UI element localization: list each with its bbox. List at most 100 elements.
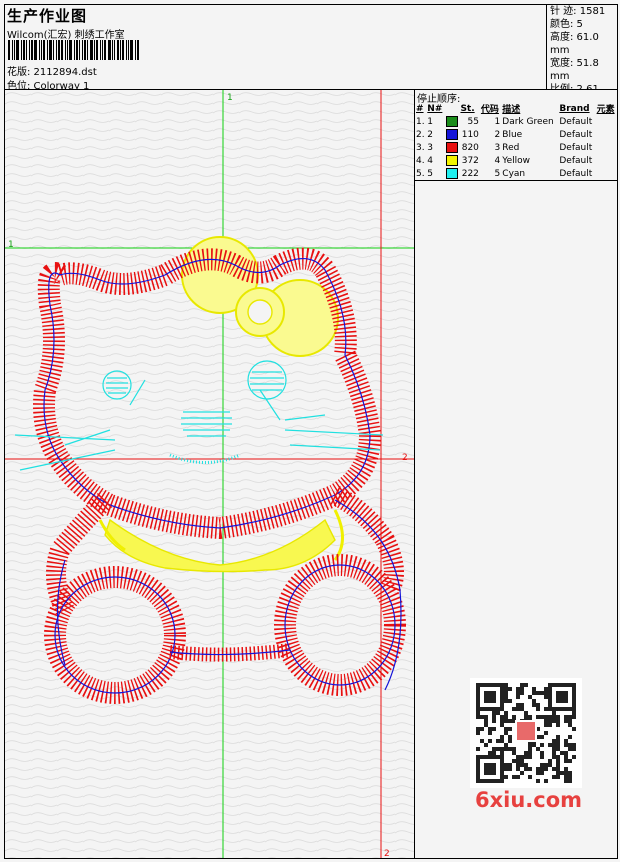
qr-module (548, 759, 552, 763)
qr-module (572, 715, 576, 719)
qr-module (572, 743, 576, 747)
qr-module (552, 755, 556, 759)
qr-module (572, 727, 576, 731)
qr-module (504, 775, 508, 779)
qr-module (544, 763, 548, 767)
qr-module (540, 715, 544, 719)
qr-module (524, 751, 528, 755)
qr-module (564, 767, 568, 771)
column-header: St. (460, 103, 475, 114)
barcode-bar (108, 40, 111, 60)
barcode-bar (137, 40, 139, 60)
barcode-bar (87, 40, 88, 60)
embroidery-canvas[interactable]: 1 1 2 2 (5, 90, 415, 859)
qr-module (544, 715, 548, 719)
qr-module (512, 707, 516, 711)
qr-module (556, 719, 560, 723)
barcode-bar (84, 40, 86, 60)
table-row[interactable]: 5. 5 222 5 Cyan Default (415, 167, 617, 181)
needle-number: 2 (427, 129, 434, 140)
qr-module (556, 747, 560, 751)
column-header: # (416, 103, 424, 114)
qr-module (504, 727, 508, 731)
element-cell (596, 167, 617, 181)
qr-code (470, 678, 582, 788)
guide-label-h2: 2 (402, 453, 408, 463)
table-row[interactable]: 3. 3 820 3 Red Default (415, 141, 617, 154)
qr-module (500, 739, 504, 743)
qr-finder (484, 691, 496, 703)
qr-module (508, 739, 512, 743)
element-cell (596, 128, 617, 141)
table-row[interactable]: 2. 2 110 2 Blue Default (415, 128, 617, 141)
qr-module (492, 719, 496, 723)
qr-module (568, 719, 572, 723)
color-swatch-cell (445, 154, 460, 167)
qr-module (488, 731, 492, 735)
qr-module (556, 735, 560, 739)
barcode-bar (120, 40, 121, 60)
qr-module (536, 779, 540, 783)
qr-module (516, 763, 520, 767)
row-index: 5. (416, 168, 425, 179)
header: 生产作业图 Wilcom(汇宏) 刺绣工作室 花版: 2112894.dst 色… (5, 5, 617, 95)
qr-module (504, 695, 508, 699)
qr-module (516, 767, 520, 771)
qr-module (540, 691, 544, 695)
qr-module (544, 767, 548, 771)
qr-module (556, 771, 560, 775)
qr-module (552, 711, 556, 715)
guide-label-h1: 1 (8, 240, 14, 250)
qr-module (540, 735, 544, 739)
color-swatch-cell (445, 128, 460, 141)
needle-number: 3 (427, 142, 434, 153)
column-header: 元素 (596, 105, 615, 115)
qr-module (552, 751, 556, 755)
qr-module (552, 775, 556, 779)
qr-module (544, 691, 548, 695)
qr-module (496, 747, 500, 751)
qr-module (568, 759, 572, 763)
row-index: 2. (416, 129, 425, 140)
qr-module (512, 747, 516, 751)
qr-module (524, 683, 528, 687)
qr-module (500, 719, 504, 723)
barcode-bar (94, 40, 95, 60)
qr-module (540, 771, 544, 775)
qr-module (564, 739, 568, 743)
qr-module (508, 687, 512, 691)
qr-module (548, 715, 552, 719)
qr-module (476, 711, 480, 715)
qr-module (536, 767, 540, 771)
table-row[interactable]: 1. 1 55 1 Dark Green Default (415, 115, 617, 128)
qr-module (504, 767, 508, 771)
qr-module (556, 755, 560, 759)
qr-module (528, 755, 532, 759)
qr-module (488, 727, 492, 731)
qr-module (568, 775, 572, 779)
qr-module (520, 755, 524, 759)
qr-module (556, 723, 560, 727)
qr-module (492, 727, 496, 731)
guide-label-v2: 2 (384, 849, 390, 858)
qr-module (532, 687, 536, 691)
table-row[interactable]: 4. 4 372 4 Yellow Default (415, 154, 617, 167)
qr-module (488, 751, 492, 755)
qr-module (508, 747, 512, 751)
thread-code: 2 (494, 129, 501, 140)
qr-module (524, 767, 528, 771)
qr-module (500, 735, 504, 739)
qr-module (552, 767, 556, 771)
qr-module (516, 695, 520, 699)
qr-module (516, 687, 520, 691)
qr-module (540, 755, 544, 759)
qr-module (524, 711, 528, 715)
element-cell (596, 115, 617, 128)
barcode-bar (23, 40, 25, 60)
thread-brand: Default (559, 142, 593, 153)
qr-module (504, 763, 508, 767)
qr-module (520, 707, 524, 711)
qr-module (512, 751, 516, 755)
qr-module (552, 739, 556, 743)
barcode-bar (26, 40, 27, 60)
